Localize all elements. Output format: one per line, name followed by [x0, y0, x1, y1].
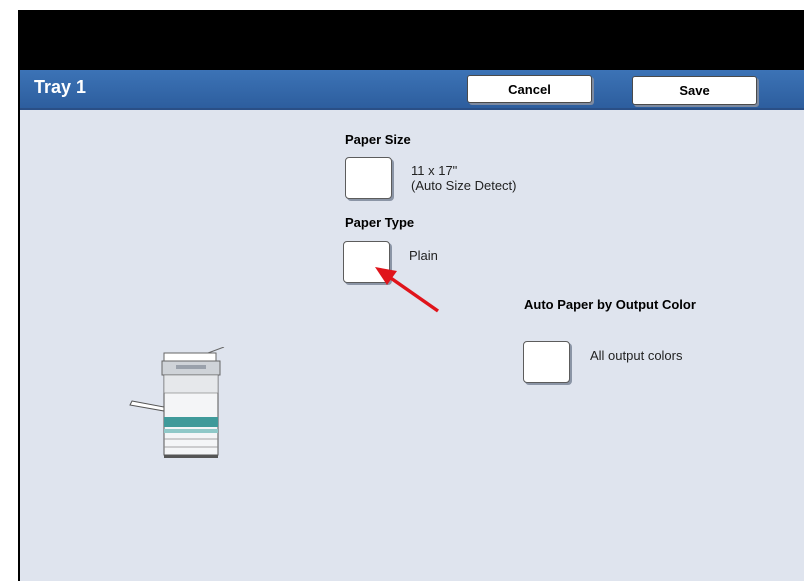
paper-size-value-line1: 11 x 17": [411, 163, 458, 178]
paper-type-label: Paper Type: [345, 215, 415, 230]
paper-size-value: 11 x 17" (Auto Size Detect): [411, 163, 517, 193]
printer-icon: [129, 347, 225, 458]
paper-type-value: Plain: [409, 248, 438, 263]
auto-paper-button[interactable]: [523, 341, 570, 383]
cancel-button[interactable]: Cancel: [467, 75, 592, 103]
paper-size-value-line2: (Auto Size Detect): [411, 178, 517, 193]
red-arrow-icon: [375, 267, 440, 313]
paper-size-label: Paper Size: [345, 132, 411, 147]
paper-size-button[interactable]: [345, 157, 392, 199]
title-bar: Tray 1 Cancel Save: [20, 70, 804, 110]
page-title: Tray 1: [34, 77, 87, 97]
save-button[interactable]: Save: [632, 76, 757, 105]
auto-paper-label: Auto Paper by Output Color: [524, 297, 696, 312]
device-screen: Tray 1 Cancel Save Paper Size 11 x 17" (…: [18, 10, 804, 581]
top-black-bar: [20, 10, 804, 70]
auto-paper-value: All output colors: [590, 348, 683, 363]
